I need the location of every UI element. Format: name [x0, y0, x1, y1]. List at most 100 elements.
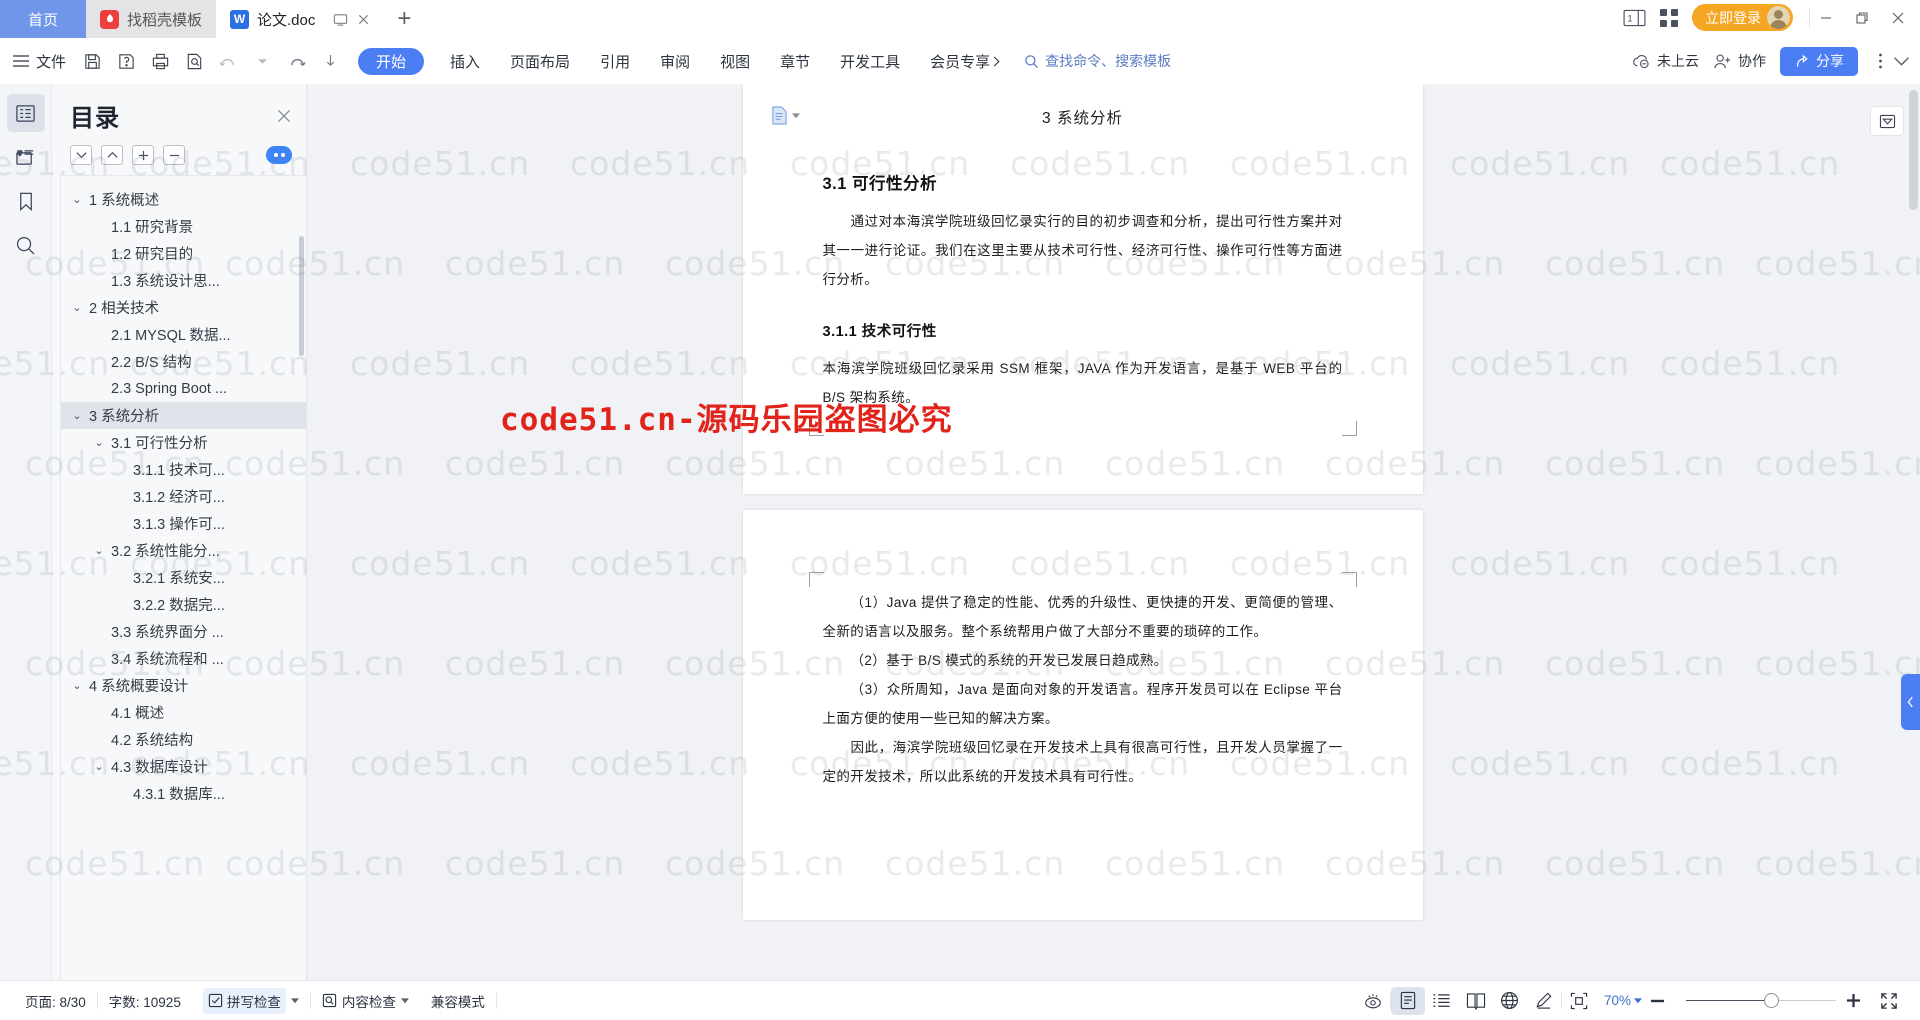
undo-icon[interactable] [212, 45, 244, 77]
tab-insert[interactable]: 插入 [436, 45, 494, 77]
chevron-down-icon[interactable] [291, 998, 299, 1004]
outline-item[interactable]: 3.2.1 系统安... [61, 564, 306, 591]
tab-start[interactable]: 开始 [358, 48, 424, 75]
outline-item[interactable]: 3.1.2 经济可... [61, 483, 306, 510]
contentcheck-button[interactable]: 内容检查 [311, 991, 420, 1011]
search-input[interactable]: 查找命令、搜索模板 [1045, 51, 1171, 71]
chevron-down-icon[interactable] [401, 998, 409, 1004]
fit-page-icon[interactable] [1562, 987, 1596, 1015]
maximize-button[interactable] [1854, 11, 1870, 25]
document-canvas[interactable]: 3 系统分析 3.1 可行性分析 通过对本海滨学院班级回忆录实行的目的初步调查和… [307, 84, 1858, 980]
save-icon[interactable] [76, 45, 108, 77]
outline-item[interactable]: 1.1 研究背景 [61, 213, 306, 240]
zoom-slider[interactable] [1686, 994, 1836, 1008]
tab-page-layout[interactable]: 页面布局 [496, 45, 584, 77]
collapse-all-button[interactable] [163, 145, 185, 165]
close-tab-icon[interactable] [357, 13, 370, 26]
tab-developer-tools[interactable]: 开发工具 [826, 45, 914, 77]
zoom-in-button[interactable] [1846, 993, 1872, 1008]
share-button[interactable]: 分享 [1780, 47, 1858, 76]
outline-item[interactable]: ⌄3 系统分析 [61, 402, 306, 429]
close-button[interactable] [1890, 11, 1906, 25]
tab-docer-template[interactable]: 找稻壳模板 [86, 0, 216, 38]
redo-icon[interactable] [280, 45, 312, 77]
print-icon[interactable] [144, 45, 176, 77]
reading-view-icon[interactable] [1459, 987, 1493, 1015]
outline-item[interactable]: ⌄2 相关技术 [61, 294, 306, 321]
outline-item[interactable]: 4.1 概述 [61, 699, 306, 726]
outline-item[interactable]: 3.3 系统界面分 ... [61, 618, 306, 645]
save-as-icon[interactable] [110, 45, 142, 77]
undo-dropdown-icon[interactable] [246, 45, 278, 77]
word-count[interactable]: 字数: 10925 [98, 991, 192, 1011]
collapse-down-button[interactable] [70, 145, 92, 165]
tab-document[interactable]: W 论文.doc [216, 0, 384, 38]
outline-item[interactable]: 3.1.1 技术可... [61, 456, 306, 483]
tab-view[interactable]: 视图 [706, 45, 764, 77]
close-panel-button[interactable] [276, 108, 292, 124]
collapse-ribbon-icon[interactable] [1893, 56, 1910, 67]
chevron-down-icon[interactable]: ⌄ [69, 193, 85, 206]
page-view-icon[interactable] [1391, 987, 1425, 1015]
outline-settings-toggle[interactable] [266, 146, 292, 164]
outline-item[interactable]: ⌄4.3 数据库设计 [61, 753, 306, 780]
outline-view-icon[interactable] [1425, 987, 1459, 1015]
chevron-down-icon[interactable]: ⌄ [69, 679, 85, 692]
outline-item[interactable]: 4.3.1 数据库... [61, 780, 306, 807]
outline-item[interactable]: 2.2 B/S 结构 [61, 348, 306, 375]
chevron-down-icon[interactable]: ⌄ [91, 760, 107, 773]
rail-item-outline[interactable] [7, 94, 45, 132]
eye-care-icon[interactable] [1356, 987, 1390, 1015]
outline-item[interactable]: 1.3 系统设计思... [61, 267, 306, 294]
tab-review[interactable]: 审阅 [646, 45, 704, 77]
outline-item[interactable]: 3.4 系统流程和 ... [61, 645, 306, 672]
outline-item[interactable]: 3.2.2 数据完... [61, 591, 306, 618]
fullscreen-icon[interactable] [1872, 987, 1906, 1015]
login-button[interactable]: 立即登录 [1692, 4, 1793, 31]
document-scrollbar[interactable] [1909, 90, 1918, 210]
collaborate-button[interactable]: 协作 [1713, 51, 1766, 71]
customize-dropdown-icon[interactable] [314, 45, 346, 77]
outline-item[interactable]: ⌄4 系统概要设计 [61, 672, 306, 699]
annotate-icon[interactable] [1527, 987, 1561, 1015]
rail-item-thumbnail[interactable] [7, 138, 45, 176]
search-command-box[interactable]: 查找命令、搜索模板 [1024, 51, 1171, 71]
outline-item[interactable]: ⌄1 系统概述 [61, 186, 306, 213]
zoom-out-button[interactable] [1650, 998, 1676, 1004]
outline-item-list[interactable]: ⌄1 系统概述1.1 研究背景1.2 研究目的1.3 系统设计思...⌄2 相关… [60, 175, 306, 980]
sidebar-expand-handle[interactable] [1901, 674, 1920, 730]
single-page-view-icon[interactable]: 1 [1623, 9, 1646, 27]
minimize-button[interactable] [1818, 12, 1834, 24]
open-in-new-window-icon[interactable] [333, 12, 348, 27]
grid-view-icon[interactable] [1660, 9, 1678, 27]
tab-home[interactable]: 首页 [0, 0, 86, 38]
chevron-down-icon[interactable]: ⌄ [69, 301, 85, 314]
page-format-tool[interactable] [771, 106, 800, 125]
rail-item-search[interactable] [7, 226, 45, 264]
outline-item[interactable]: 2.1 MYSQL 数据... [61, 321, 306, 348]
chevron-down-icon[interactable]: ⌄ [69, 409, 85, 422]
tab-section[interactable]: 章节 [766, 45, 824, 77]
compatibility-mode[interactable]: 兼容模式 [420, 991, 496, 1011]
page-indicator[interactable]: 页面: 8/30 [14, 991, 97, 1011]
collapse-up-button[interactable] [101, 145, 123, 165]
tab-vip-exclusive[interactable]: 会员专享 [916, 45, 1014, 77]
outline-item[interactable]: 1.2 研究目的 [61, 240, 306, 267]
outline-item[interactable]: 2.3 Spring Boot ... [61, 375, 306, 402]
outline-item[interactable]: 3.1.3 操作可... [61, 510, 306, 537]
spellcheck-button[interactable]: 拼写检查 [192, 988, 310, 1014]
outline-item[interactable]: 4.2 系统结构 [61, 726, 306, 753]
paragraph-layout-button[interactable] [1870, 106, 1904, 136]
expand-all-button[interactable] [132, 145, 154, 165]
document-page-1[interactable]: 3 系统分析 3.1 可行性分析 通过对本海滨学院班级回忆录实行的目的初步调查和… [743, 84, 1423, 494]
new-tab-button[interactable]: + [384, 0, 424, 38]
chevron-down-icon[interactable]: ⌄ [91, 436, 107, 449]
chevron-down-icon[interactable]: ⌄ [91, 544, 107, 557]
zoom-slider-knob[interactable] [1764, 993, 1779, 1008]
file-menu-button[interactable]: 文件 [10, 51, 74, 72]
web-view-icon[interactable] [1493, 987, 1527, 1015]
outline-item[interactable]: ⌄3.2 系统性能分... [61, 537, 306, 564]
print-preview-icon[interactable] [178, 45, 210, 77]
more-options-icon[interactable] [1878, 52, 1883, 70]
document-page-2[interactable]: （1）Java 提供了稳定的性能、优秀的升级性、更快捷的开发、更简便的管理、全新… [743, 510, 1423, 920]
